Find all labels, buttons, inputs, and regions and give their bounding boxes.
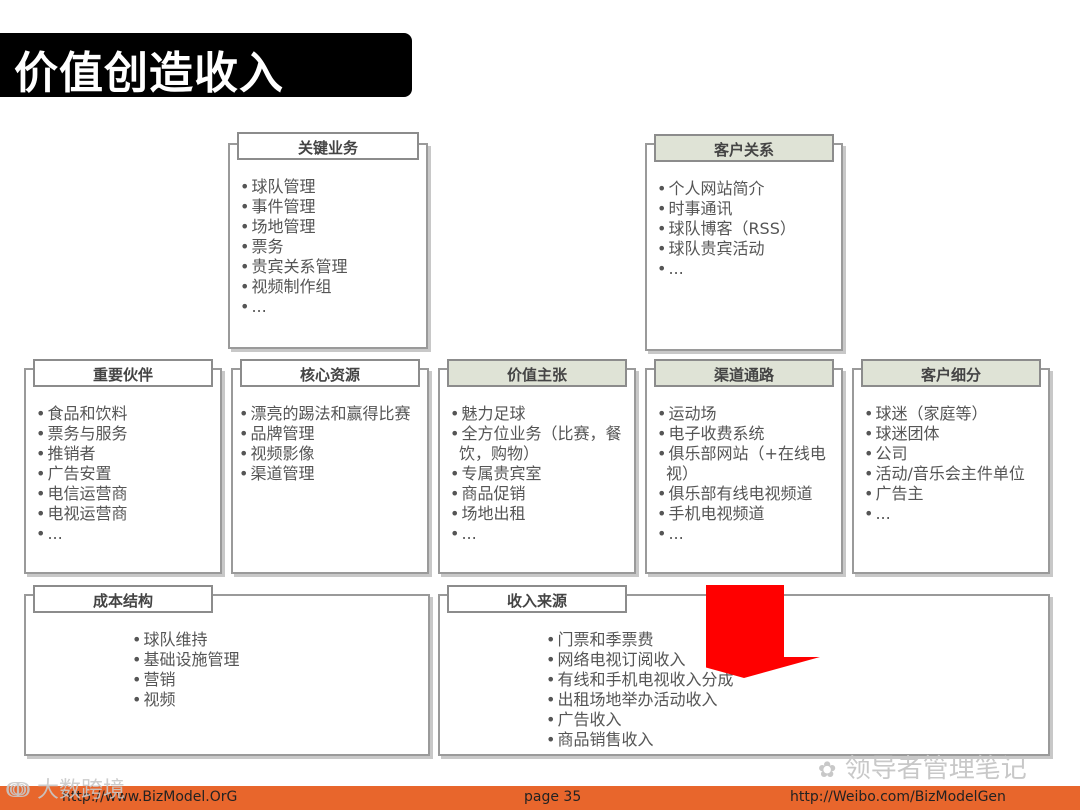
list-item: 基础设施管理 [132, 650, 412, 670]
list-item: 电信运营商 [36, 484, 216, 504]
watermark-bottom-left: ↈ 大数跨境 [6, 778, 126, 803]
key-resources-box: 漂亮的踢法和赢得比赛 品牌管理 视频影像 渠道管理 [231, 368, 429, 574]
list-item: ... [240, 297, 420, 317]
key-partners-label: 重要伙伴 [33, 359, 213, 387]
footer-right-link[interactable]: http://Weibo.com/BizModelGen [790, 789, 1006, 805]
cost-structure-box: 球队维持 基础设施管理 营销 视频 [24, 594, 430, 756]
list-item: 广告主 [864, 484, 1048, 504]
list-item: 个人网站简介 [657, 179, 837, 199]
customer-relationships-label: 客户关系 [654, 134, 834, 162]
list-item: 球队博客（RSS） [657, 219, 837, 239]
list-item: 营销 [132, 670, 412, 690]
logo-icon: ↈ [6, 778, 31, 803]
cost-structure-list: 球队维持 基础设施管理 营销 视频 [132, 630, 412, 710]
list-item: 事件管理 [240, 197, 420, 217]
list-item: 票务与服务 [36, 424, 216, 444]
list-item: 漂亮的踢法和赢得比赛 [239, 404, 427, 424]
list-item: 场地出租 [450, 504, 632, 524]
list-item: 球迷（家庭等） [864, 404, 1048, 424]
footer-bar: http://www.BizModel.OrG page 35 http://W… [0, 786, 1080, 810]
list-item: 俱乐部网站（+在线电视） [657, 444, 839, 484]
list-item: 电子收费系统 [657, 424, 839, 444]
list-item: 广告收入 [546, 710, 846, 730]
list-item: 手机电视频道 [657, 504, 839, 524]
list-item: 公司 [864, 444, 1048, 464]
list-item: 食品和饮料 [36, 404, 216, 424]
list-item: ... [450, 524, 632, 544]
list-item: 场地管理 [240, 217, 420, 237]
list-item: 视频 [132, 690, 412, 710]
list-item: 贵宾关系管理 [240, 257, 420, 277]
list-item: 视频制作组 [240, 277, 420, 297]
list-item: ... [864, 504, 1048, 524]
key-resources-label: 核心资源 [240, 359, 420, 387]
list-item: 球队管理 [240, 177, 420, 197]
list-item: 票务 [240, 237, 420, 257]
key-resources-list: 漂亮的踢法和赢得比赛 品牌管理 视频影像 渠道管理 [239, 404, 427, 484]
key-activities-label: 关键业务 [237, 132, 419, 160]
key-partners-list: 食品和饮料 票务与服务 推销者 广告安置 电信运营商 电视运营商 ... [36, 404, 216, 544]
red-down-arrow-icon [706, 585, 820, 678]
list-item: ... [36, 524, 216, 544]
value-propositions-box: 魅力足球 全方位业务（比赛，餐饮，购物） 专属贵宾室 商品促销 场地出租 ... [438, 368, 636, 574]
list-item: 球队维持 [132, 630, 412, 650]
channels-label: 渠道通路 [654, 359, 834, 387]
list-item: 广告安置 [36, 464, 216, 484]
key-partners-box: 食品和饮料 票务与服务 推销者 广告安置 电信运营商 电视运营商 ... [24, 368, 222, 574]
list-item: 时事通讯 [657, 199, 837, 219]
value-propositions-list: 魅力足球 全方位业务（比赛，餐饮，购物） 专属贵宾室 商品促销 场地出租 ... [450, 404, 632, 544]
list-item: 商品促销 [450, 484, 632, 504]
list-item: 球迷团体 [864, 424, 1048, 444]
wechat-icon: ✿ [818, 758, 837, 783]
customer-relationships-list: 个人网站简介 时事通讯 球队博客（RSS） 球队贵宾活动 ... [657, 179, 837, 279]
key-activities-list: 球队管理 事件管理 场地管理 票务 贵宾关系管理 视频制作组 ... [240, 177, 420, 317]
list-item: ... [657, 259, 837, 279]
list-item: 推销者 [36, 444, 216, 464]
customer-segments-label: 客户细分 [861, 359, 1041, 387]
customer-segments-list: 球迷（家庭等） 球迷团体 公司 活动/音乐会主件单位 广告主 ... [864, 404, 1048, 524]
list-item: 商品销售收入 [546, 730, 846, 750]
list-item: 渠道管理 [239, 464, 427, 484]
channels-list: 运动场 电子收费系统 俱乐部网站（+在线电视） 俱乐部有线电视频道 手机电视频道… [657, 404, 839, 544]
customer-segments-box: 球迷（家庭等） 球迷团体 公司 活动/音乐会主件单位 广告主 ... [852, 368, 1050, 574]
revenue-streams-label: 收入来源 [447, 585, 627, 613]
list-item: 魅力足球 [450, 404, 632, 424]
customer-relationships-box: 个人网站简介 时事通讯 球队博客（RSS） 球队贵宾活动 ... [645, 143, 843, 351]
title-bar: 价值创造收入 [0, 33, 412, 99]
list-item: 视频影像 [239, 444, 427, 464]
list-item: ... [657, 524, 839, 544]
page-title: 价值创造收入 [14, 48, 284, 99]
list-item: 活动/音乐会主件单位 [864, 464, 1048, 484]
list-item: 电视运营商 [36, 504, 216, 524]
key-activities-box: 球队管理 事件管理 场地管理 票务 贵宾关系管理 视频制作组 ... [228, 143, 428, 349]
list-item: 运动场 [657, 404, 839, 424]
cost-structure-label: 成本结构 [33, 585, 213, 613]
channels-box: 运动场 电子收费系统 俱乐部网站（+在线电视） 俱乐部有线电视频道 手机电视频道… [645, 368, 843, 574]
list-item: 品牌管理 [239, 424, 427, 444]
page-number: page 35 [524, 789, 582, 805]
list-item: 球队贵宾活动 [657, 239, 837, 259]
value-propositions-label: 价值主张 [447, 359, 627, 387]
watermark-bottom-right: ✿ 领导者管理笔记 [818, 754, 1027, 784]
list-item: 出租场地举办活动收入 [546, 690, 846, 710]
list-item: 专属贵宾室 [450, 464, 632, 484]
list-item: 全方位业务（比赛，餐饮，购物） [450, 424, 632, 464]
list-item: 俱乐部有线电视频道 [657, 484, 839, 504]
